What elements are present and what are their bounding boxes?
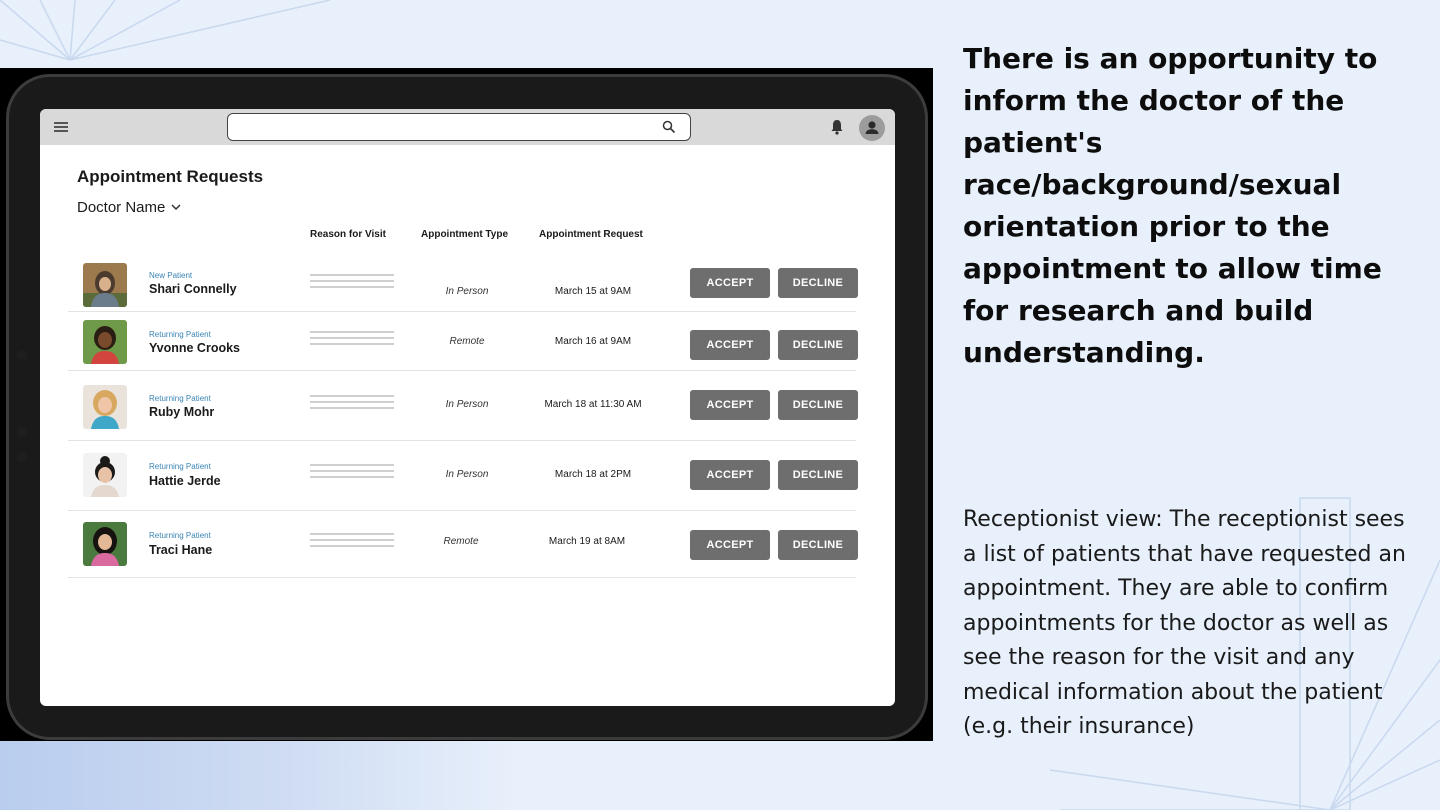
- page-title: Appointment Requests: [77, 167, 264, 186]
- chevron-down-icon: [171, 204, 181, 211]
- decline-button[interactable]: DECLINE: [778, 460, 858, 490]
- bell-icon[interactable]: [830, 119, 844, 135]
- appointment-type: In Person: [445, 399, 489, 410]
- accept-button[interactable]: ACCEPT: [690, 330, 770, 360]
- patient-status: Returning Patient: [149, 394, 211, 403]
- appointment-type: In Person: [445, 469, 489, 480]
- reason-placeholder: [310, 533, 394, 553]
- menu-icon[interactable]: [54, 122, 68, 132]
- background-glow: [0, 740, 520, 810]
- tablet-side-button: [17, 452, 27, 462]
- accept-button[interactable]: ACCEPT: [690, 460, 770, 490]
- top-bar: [40, 109, 895, 145]
- column-header-request: Appointment Request: [539, 229, 643, 240]
- table-row: Returning Patient Traci Hane Remote Marc…: [68, 511, 858, 578]
- annotation-headline: There is an opportunity to inform the do…: [963, 42, 1382, 369]
- tablet-side-button: [17, 350, 27, 360]
- accept-button[interactable]: ACCEPT: [690, 530, 770, 560]
- patient-name: Yvonne Crooks: [149, 341, 240, 355]
- search-box: [227, 113, 691, 141]
- reason-placeholder: [310, 274, 394, 294]
- table-row: Returning Patient Ruby Mohr In Person Ma…: [68, 371, 858, 441]
- patient-name: Shari Connelly: [149, 282, 237, 296]
- patient-photo: [83, 453, 127, 497]
- appointment-request: March 16 at 9AM: [554, 336, 632, 347]
- patient-name: Ruby Mohr: [149, 405, 215, 419]
- appointment-request: March 19 at 8AM: [548, 536, 626, 547]
- patient-photo: [83, 385, 127, 429]
- accept-button[interactable]: ACCEPT: [690, 390, 770, 420]
- patient-status: Returning Patient: [149, 462, 211, 471]
- decline-button[interactable]: DECLINE: [778, 268, 858, 298]
- table-row: Returning Patient Hattie Jerde In Person…: [68, 441, 858, 511]
- appointment-request: March 15 at 9AM: [554, 286, 632, 297]
- column-header-type: Appointment Type: [421, 229, 509, 240]
- patient-photo: [83, 263, 127, 307]
- table-row: New Patient Shari Connelly In Person Mar…: [68, 251, 858, 312]
- appointment-type: Remote: [449, 336, 485, 347]
- reason-placeholder: [310, 464, 394, 484]
- decline-button[interactable]: DECLINE: [778, 530, 858, 560]
- patient-status: New Patient: [149, 271, 193, 280]
- decline-button[interactable]: DECLINE: [778, 390, 858, 420]
- doctor-name-label: Doctor Name: [77, 199, 166, 216]
- patient-name: Hattie Jerde: [149, 474, 221, 488]
- tablet-side-button: [17, 427, 27, 437]
- column-header-reason: Reason for Visit: [310, 229, 386, 240]
- patient-status: Returning Patient: [149, 531, 211, 540]
- search-input[interactable]: [236, 118, 646, 136]
- table-row: Returning Patient Yvonne Crooks Remote M…: [68, 312, 858, 371]
- patient-name: Traci Hane: [149, 543, 213, 557]
- appointment-request: March 18 at 2PM: [554, 469, 632, 480]
- user-icon[interactable]: [859, 115, 885, 141]
- annotation-description: Receptionist view: The receptionist sees…: [963, 507, 1406, 739]
- accept-button[interactable]: ACCEPT: [690, 268, 770, 298]
- search-icon[interactable]: [662, 120, 676, 134]
- patient-photo: [83, 320, 127, 364]
- patient-status: Returning Patient: [149, 330, 211, 339]
- decline-button[interactable]: DECLINE: [778, 330, 858, 360]
- appointment-request: March 18 at 11:30 AM: [544, 399, 642, 410]
- patient-photo: [83, 522, 127, 566]
- reason-placeholder: [310, 331, 394, 351]
- app-screen: Appointment Requests Doctor Name Reason …: [40, 109, 895, 706]
- doctor-name-dropdown[interactable]: Doctor Name: [77, 199, 181, 216]
- appointment-type: Remote: [443, 536, 479, 547]
- appointment-type: In Person: [445, 286, 489, 297]
- reason-placeholder: [310, 395, 394, 415]
